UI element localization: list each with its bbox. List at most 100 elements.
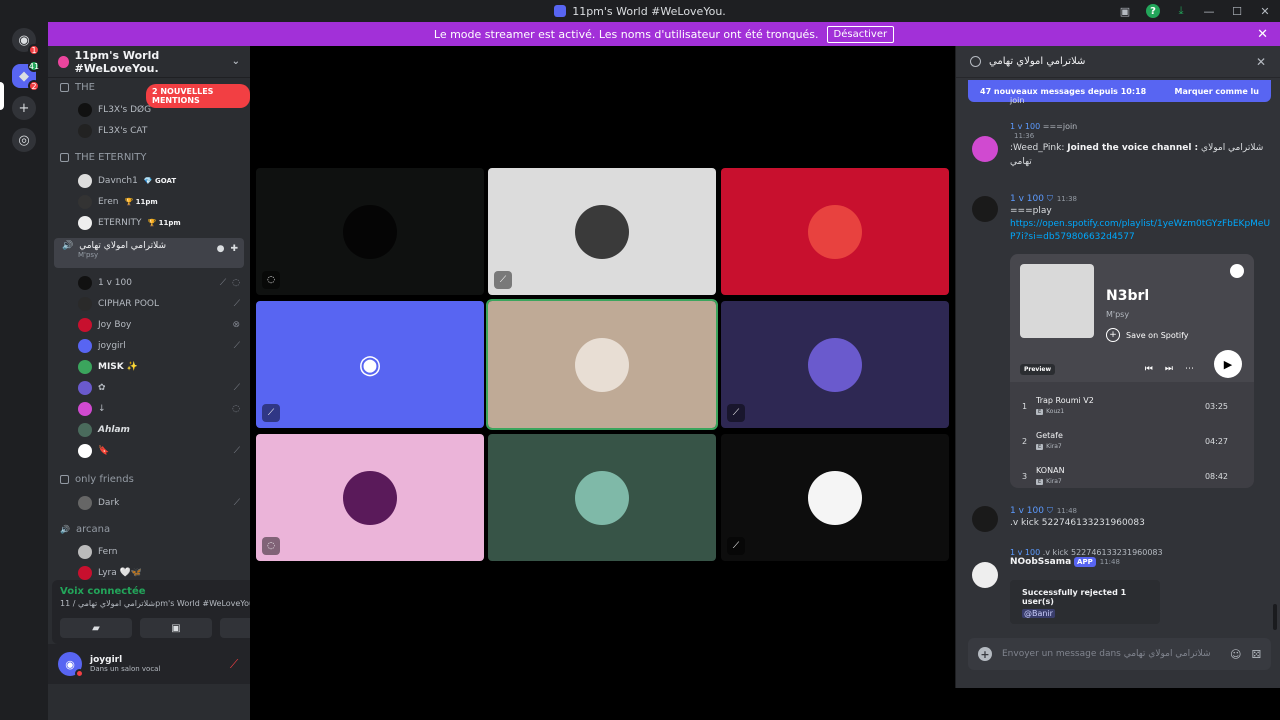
plus-icon[interactable]: +: [978, 647, 992, 661]
mic-muted-icon: ⟋: [233, 341, 240, 351]
emoji-icon[interactable]: ☺: [1230, 648, 1241, 661]
streamer-mode-banner: Le mode streamer est activé. Les noms d'…: [48, 22, 1280, 46]
mic-muted-icon[interactable]: ⟋: [230, 657, 238, 672]
screen-share-button[interactable]: ▣: [140, 618, 212, 638]
video-tile[interactable]: ⟋: [488, 168, 716, 295]
inbox-icon[interactable]: ▣: [1118, 4, 1132, 18]
minimize-button[interactable]: —: [1202, 4, 1216, 18]
mark-as-read-button[interactable]: Marquer comme lu: [1175, 87, 1259, 96]
spotify-embed: N3brl M'psy + Save on Spotify Preview ⏮ ⏭…: [1010, 254, 1254, 488]
video-tile[interactable]: ◌: [256, 434, 484, 561]
video-tile[interactable]: ◌: [256, 168, 484, 295]
video-tile[interactable]: ⟋: [721, 434, 949, 561]
category-the-eternity[interactable]: THE ETERNITY: [60, 152, 146, 163]
channel-user[interactable]: FL3X's CAT: [78, 121, 248, 141]
channel-user[interactable]: Davnch1 💎 GOAT: [78, 171, 248, 191]
voice-user[interactable]: Joy Boy ⊗: [78, 315, 248, 335]
avatar: [78, 297, 92, 311]
voice-user[interactable]: 🔖 ⟋: [78, 441, 248, 461]
close-window-button[interactable]: ✕: [1258, 4, 1272, 18]
user-mention[interactable]: @Banir: [1022, 609, 1055, 618]
camera-button[interactable]: ▰: [60, 618, 132, 638]
avatar: [78, 545, 92, 559]
album-cover[interactable]: [1020, 264, 1094, 338]
video-tile-speaking[interactable]: [486, 299, 718, 430]
avatar: [78, 566, 92, 580]
scrollbar[interactable]: [1273, 604, 1277, 630]
category-the[interactable]: THE: [60, 82, 95, 93]
reply-reference[interactable]: 1 v 100 .v kick 522746133231960083: [1010, 548, 1272, 557]
avatar[interactable]: [972, 562, 998, 588]
avatar: [78, 402, 92, 416]
add-member-icon[interactable]: ✚: [230, 244, 238, 254]
discord-logo-icon: ◉: [358, 349, 382, 380]
video-tile[interactable]: ⟋: [721, 301, 949, 428]
voice-user[interactable]: Ahlam: [78, 420, 248, 440]
chat-bubble-icon[interactable]: ●: [217, 244, 225, 254]
server-icon[interactable]: ◆ 41 2: [12, 60, 40, 92]
preview-badge: Preview: [1020, 364, 1056, 375]
next-icon[interactable]: ⏭: [1165, 364, 1173, 374]
help-icon[interactable]: ?: [1146, 4, 1160, 18]
avatar[interactable]: [972, 136, 998, 162]
voice-user[interactable]: 1 v 100 ⟋ ◌: [78, 273, 248, 293]
speaker-icon: 🔊: [60, 525, 70, 534]
home-discord-icon[interactable]: ◉ 1: [12, 28, 40, 56]
avatar: [78, 423, 92, 437]
server-logo-icon: [554, 5, 567, 17]
playlist-title[interactable]: N3brl: [1106, 288, 1149, 304]
voice-user[interactable]: joygirl ⟋: [78, 336, 248, 356]
channel-user[interactable]: FL3X's DØG: [78, 100, 248, 120]
avatar[interactable]: [972, 506, 998, 532]
category-arcana[interactable]: 🔊 arcana: [60, 524, 110, 535]
channel-user[interactable]: Fern: [78, 542, 248, 562]
voice-user[interactable]: CIPHAR POOL ⟋: [78, 294, 248, 314]
voice-channel-active[interactable]: 🔊 شلاترامي امولاي تهامي M'psy ● ✚: [54, 238, 244, 268]
save-on-spotify-button[interactable]: + Save on Spotify: [1106, 328, 1189, 342]
play-button[interactable]: ▶: [1214, 350, 1242, 378]
voice-stage: ◌ ⟋ ◉ ⟋ ⟋ ◌ ⟋: [250, 46, 955, 688]
video-tile[interactable]: [721, 168, 949, 295]
download-icon[interactable]: ⤓: [1174, 4, 1188, 18]
message-input[interactable]: + Envoyer un message dans شلاترامي امولا…: [968, 638, 1271, 670]
gamepad-icon[interactable]: ⚄: [1251, 648, 1261, 661]
close-icon[interactable]: ✕: [1256, 55, 1266, 69]
video-tile[interactable]: [488, 434, 716, 561]
channel-user[interactable]: ETERNITY 🏆 11pm: [78, 213, 248, 233]
title-bar: 11pm's World #WeLoveYou. ▣ ? ⤓ — ☐ ✕: [0, 0, 1280, 22]
voice-user[interactable]: ↓ ◌: [78, 399, 248, 419]
avatar: [343, 204, 397, 259]
category-only-friends[interactable]: only friends: [60, 474, 134, 485]
avatar: [343, 470, 397, 525]
track-row[interactable]: 2 Getafe E Kira7 04:27: [1020, 429, 1244, 459]
voice-user[interactable]: ✿ ⟋: [78, 378, 248, 398]
chat-message: 1 v 100 .v kick 522746133231960083 NOobS…: [972, 548, 1272, 588]
channel-user[interactable]: Dark ⟋: [78, 493, 248, 513]
add-server-icon[interactable]: +: [12, 96, 36, 120]
avatar: [78, 381, 92, 395]
spotify-logo-icon[interactable]: [1230, 264, 1244, 278]
chevron-down-icon[interactable]: ⌄: [232, 56, 240, 67]
avatar: [78, 276, 92, 290]
mic-muted-icon: ⟋: [262, 404, 280, 422]
disable-streamer-button[interactable]: Désactiver: [826, 25, 895, 43]
track-row[interactable]: 3 KONAN E Kira7 08:42: [1020, 464, 1244, 488]
voice-channel-actions: ● ✚: [217, 244, 238, 254]
lock-icon: [60, 83, 69, 92]
avatar[interactable]: [972, 196, 998, 222]
spotify-link[interactable]: https://open.spotify.com/playlist/1yeWzm…: [1010, 218, 1272, 244]
voice-user[interactable]: MISK ✨: [78, 357, 248, 377]
avatar: [78, 444, 92, 458]
close-icon[interactable]: ✕: [1257, 27, 1268, 42]
maximize-button[interactable]: ☐: [1230, 4, 1244, 18]
explore-icon[interactable]: ◎: [12, 128, 36, 152]
video-tile[interactable]: ◉ ⟋: [256, 301, 484, 428]
avatar[interactable]: ◉: [58, 652, 84, 678]
track-row[interactable]: 1 Trap Roumi V2 E Kouz1 03:25: [1020, 394, 1244, 424]
previous-icon[interactable]: ⏮: [1145, 364, 1153, 374]
channel-user[interactable]: Eren 🏆 11pm: [78, 192, 248, 212]
more-icon[interactable]: ⋯: [1185, 364, 1194, 374]
reply-reference[interactable]: 1 v 100 ===join: [1010, 122, 1272, 131]
server-header[interactable]: 11pm's World #WeLoveYou. ⌄: [48, 46, 250, 78]
message-placeholder[interactable]: Envoyer un message dans شلاترامي امولاي …: [1002, 649, 1220, 659]
